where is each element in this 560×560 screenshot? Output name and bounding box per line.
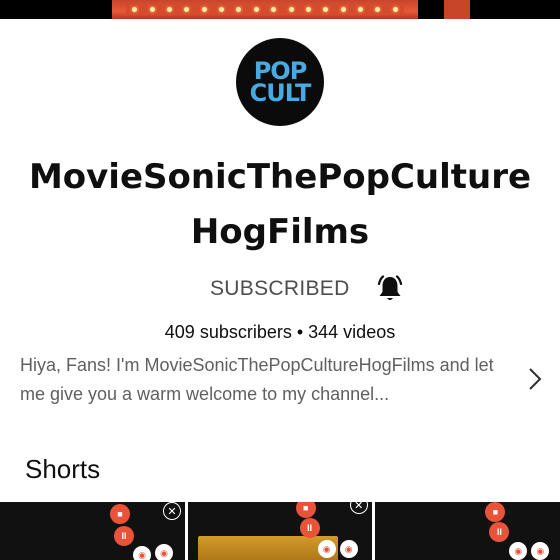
channel-avatar[interactable]: POP CULT xyxy=(236,38,324,126)
short-thumbnail[interactable]: ■ II ◉ ◉ xyxy=(375,502,560,560)
record-icon: ■ xyxy=(295,502,316,518)
chevron-right-icon[interactable] xyxy=(526,366,544,392)
banner-edge xyxy=(444,0,470,19)
subscribed-button[interactable]: SUBSCRIBED xyxy=(210,277,350,301)
bell-icon[interactable] xyxy=(374,273,406,305)
logo-text-bottom: CULT xyxy=(249,79,312,107)
camera-icon: ◉ xyxy=(531,542,550,560)
banner-art xyxy=(112,0,418,19)
shorts-shelf: ■ ✕ II ◉ ◉ ■ ✕ II ◉ ◉ ■ II ◉ ◉ xyxy=(0,502,560,560)
short-thumbnail[interactable]: ■ ✕ II ◉ ◉ xyxy=(187,502,373,560)
channel-banner xyxy=(0,0,560,19)
short-thumbnail[interactable]: ■ ✕ II ◉ ◉ xyxy=(0,502,185,560)
record-icon: ■ xyxy=(110,504,130,524)
pause-icon: II xyxy=(114,526,134,546)
camera-icon: ◉ xyxy=(317,540,336,558)
channel-description[interactable]: Hiya, Fans! I'm MovieSonicThePopCultureH… xyxy=(20,351,520,409)
pause-icon: II xyxy=(299,518,320,538)
close-icon: ✕ xyxy=(349,502,368,514)
record-icon: ■ xyxy=(485,502,506,522)
pause-icon: II xyxy=(489,522,510,542)
close-icon: ✕ xyxy=(163,502,181,520)
camera-icon: ◉ xyxy=(155,544,173,560)
subscribe-row: SUBSCRIBED xyxy=(210,272,406,306)
camera-icon: ◉ xyxy=(133,546,151,560)
camera-icon: ◉ xyxy=(509,542,528,560)
channel-stats: 409 subscribers • 344 videos xyxy=(164,322,396,342)
camera-icon: ◉ xyxy=(339,540,358,558)
shorts-section-title: Shorts xyxy=(25,454,101,484)
channel-title: MovieSonicThePopCultureHogFilms xyxy=(28,157,532,252)
banner-marquee xyxy=(126,4,404,15)
